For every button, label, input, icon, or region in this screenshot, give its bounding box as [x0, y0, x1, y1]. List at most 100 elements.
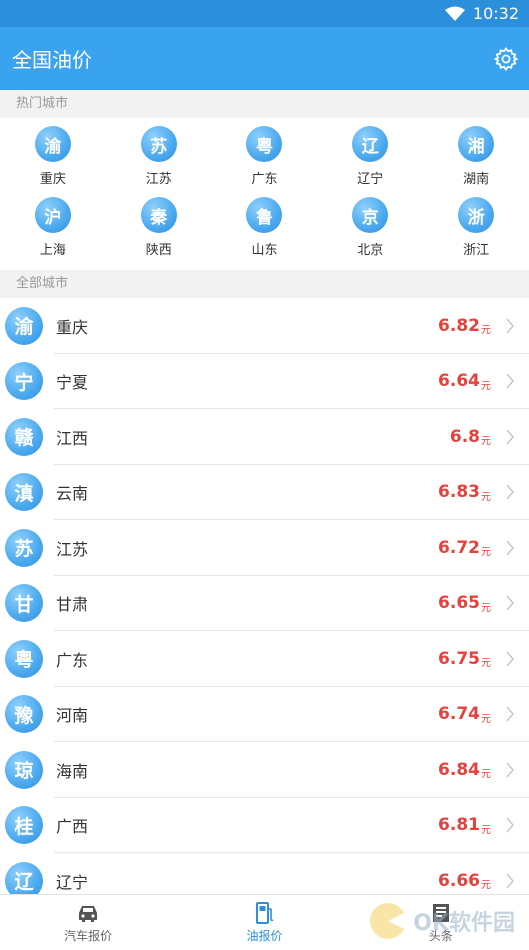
- oil-price: 6.84: [438, 759, 480, 780]
- status-time: 10:32: [472, 4, 519, 23]
- chevron-right-icon: [506, 873, 514, 889]
- price-unit: 元: [481, 713, 491, 725]
- city-price-row[interactable]: 桂广西 6.81 元: [0, 798, 529, 854]
- hot-city-item[interactable]: 浙浙江: [423, 195, 529, 266]
- city-name: 广东: [56, 650, 89, 670]
- city-badge: 豫: [5, 695, 43, 734]
- city-badge: 苏: [140, 126, 177, 162]
- city-badge: 苏: [5, 528, 43, 567]
- hot-city-label: 北京: [357, 243, 384, 258]
- hot-city-label: 辽宁: [357, 172, 384, 187]
- city-badge: 沪: [34, 197, 71, 233]
- city-badge: 粤: [5, 639, 43, 678]
- chevron-right-icon: [506, 484, 514, 500]
- hot-city-label: 江苏: [145, 172, 172, 187]
- city-badge: 湘: [458, 126, 495, 162]
- hot-city-item[interactable]: 京北京: [317, 195, 423, 266]
- price-unit: 元: [481, 325, 491, 337]
- city-badge: 秦: [140, 197, 177, 233]
- city-name: 海南: [56, 761, 89, 781]
- hot-city-item[interactable]: 渝重庆: [0, 124, 106, 195]
- city-price-list: 渝重庆 6.82 元宁宁夏 6.64 元赣江西 6.8 元滇云南 6.83 元苏江苏 6.72 元甘…: [0, 298, 529, 909]
- city-badge: 渝: [34, 126, 71, 162]
- oil-price: 6.74: [438, 704, 480, 725]
- city-name: 重庆: [56, 317, 89, 337]
- city-badge: 赣: [5, 417, 43, 456]
- hot-city-item[interactable]: 湘湖南: [423, 124, 529, 195]
- city-price-row[interactable]: 滇云南 6.83 元: [0, 465, 529, 521]
- chevron-right-icon: [506, 373, 514, 389]
- oil-price: 6.64: [438, 371, 480, 392]
- city-badge: 京: [352, 197, 389, 233]
- city-name: 宁夏: [56, 373, 89, 393]
- hot-city-label: 上海: [39, 243, 66, 258]
- hot-city-item[interactable]: 苏江苏: [106, 124, 212, 195]
- oil-price: 6.83: [438, 482, 480, 503]
- city-badge: 粤: [246, 126, 283, 162]
- nav-label: 汽车报价: [64, 929, 113, 943]
- city-price-row[interactable]: 琼海南 6.84 元: [0, 742, 529, 798]
- city-badge: 辽: [352, 126, 389, 162]
- oil-price: 6.72: [438, 537, 480, 558]
- hot-city-item[interactable]: 沪上海: [0, 195, 106, 266]
- watermark-logo-icon: [370, 903, 407, 939]
- city-price-row[interactable]: 豫河南 6.74 元: [0, 687, 529, 743]
- chevron-right-icon: [506, 706, 514, 722]
- oil-price: 6.81: [438, 815, 480, 836]
- chevron-right-icon: [506, 429, 514, 445]
- city-name: 江西: [56, 428, 89, 448]
- hot-city-label: 浙江: [463, 243, 490, 258]
- watermark-text: OK软件园: [413, 911, 515, 936]
- city-name: 甘肃: [56, 595, 89, 615]
- hot-city-label: 广东: [251, 172, 278, 187]
- chevron-right-icon: [506, 540, 514, 556]
- city-badge: 浙: [458, 197, 495, 233]
- hot-cities-header: 热门城市: [0, 90, 529, 118]
- city-name: 广西: [56, 817, 89, 837]
- nav-item-car[interactable]: 汽车报价: [0, 895, 176, 950]
- all-cities-header: 全部城市: [0, 270, 529, 298]
- price-unit: 元: [481, 769, 491, 781]
- hot-city-label: 陕西: [145, 243, 172, 258]
- price-unit: 元: [481, 491, 491, 503]
- city-price-row[interactable]: 宁宁夏 6.64 元: [0, 354, 529, 410]
- city-price-row[interactable]: 渝重庆 6.82 元: [0, 298, 529, 354]
- nav-item-fuel-pump[interactable]: 油报价: [176, 895, 352, 950]
- nav-label: 油报价: [246, 929, 283, 943]
- city-badge: 渝: [5, 306, 43, 345]
- city-name: 辽宁: [56, 872, 89, 892]
- price-unit: 元: [481, 824, 491, 836]
- city-price-row[interactable]: 粤广东 6.75 元: [0, 631, 529, 687]
- chevron-right-icon: [506, 595, 514, 611]
- hot-city-item[interactable]: 粤广东: [212, 124, 318, 195]
- watermark: OK软件园: [367, 900, 515, 942]
- app-bar: 全国油价: [0, 27, 529, 90]
- hot-city-item[interactable]: 鲁山东: [212, 195, 318, 266]
- price-unit: 元: [481, 658, 491, 670]
- city-badge: 宁: [5, 362, 43, 401]
- city-price-row[interactable]: 赣江西 6.8 元: [0, 409, 529, 465]
- price-unit: 元: [481, 380, 491, 392]
- city-price-row[interactable]: 甘甘肃 6.65 元: [0, 576, 529, 632]
- city-price-row[interactable]: 苏江苏 6.72 元: [0, 520, 529, 576]
- wifi-icon: [444, 6, 465, 21]
- price-unit: 元: [481, 547, 491, 559]
- car-icon: [79, 906, 98, 922]
- chevron-right-icon: [506, 651, 514, 667]
- city-name: 河南: [56, 706, 89, 726]
- oil-price: 6.82: [438, 315, 480, 336]
- city-badge: 滇: [5, 473, 43, 512]
- city-name: 云南: [56, 484, 89, 504]
- oil-price: 6.65: [438, 593, 480, 614]
- price-unit: 元: [481, 602, 491, 614]
- city-badge: 桂: [5, 806, 43, 845]
- price-unit: 元: [481, 880, 491, 892]
- gear-icon[interactable]: [493, 46, 519, 72]
- oil-price: 6.8: [449, 426, 480, 447]
- status-bar: 10:32: [0, 0, 529, 27]
- city-name: 江苏: [56, 539, 89, 559]
- hot-city-item[interactable]: 辽辽宁: [317, 124, 423, 195]
- hot-city-item[interactable]: 秦陕西: [106, 195, 212, 266]
- fuel-pump-icon: [256, 902, 274, 924]
- hot-cities-grid: 渝重庆苏江苏粤广东辽辽宁湘湖南沪上海秦陕西鲁山东京北京浙浙江: [0, 118, 529, 270]
